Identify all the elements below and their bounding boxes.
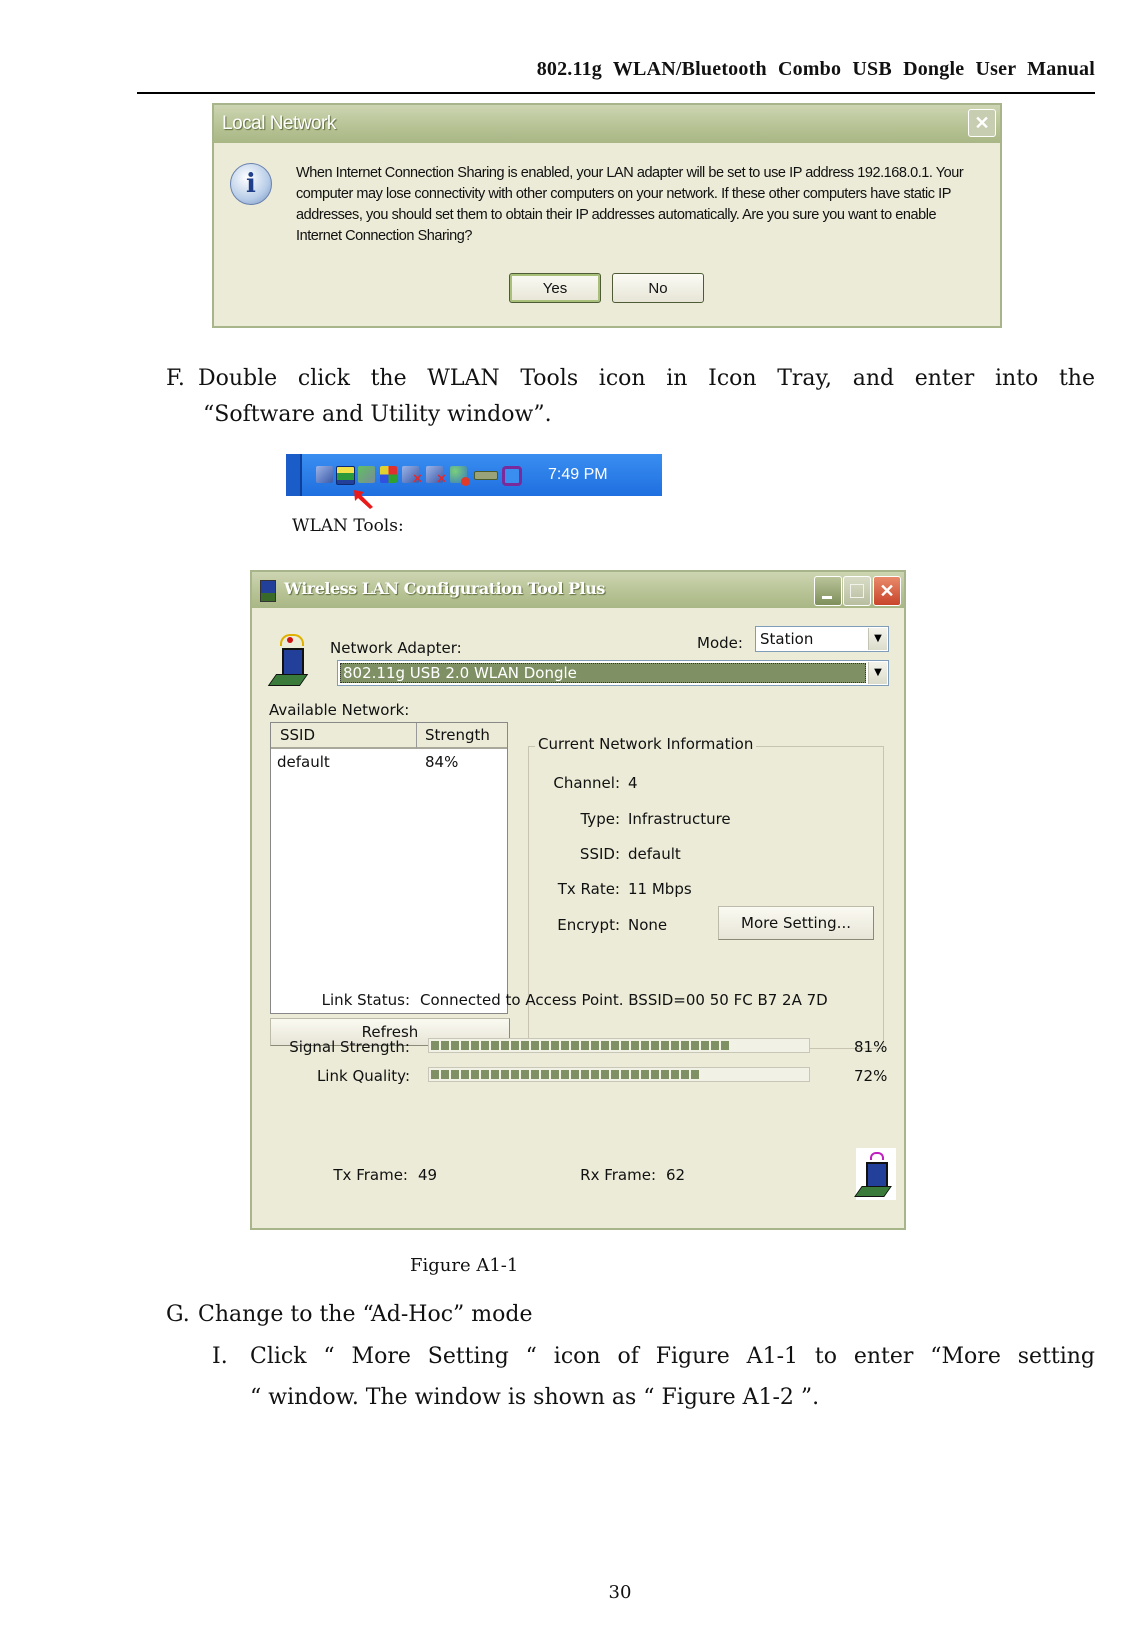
signal-strength-value: 81% xyxy=(854,1038,888,1056)
dialog-titlebar: Local Network ✕ xyxy=(214,105,1000,143)
network-disconnected-icon[interactable]: ✕ xyxy=(426,466,447,487)
network-strength: 84% xyxy=(425,753,459,771)
step-g1-line1: Click “ More Setting “ icon of Figure A1… xyxy=(250,1344,1095,1369)
step-g-text: Change to the “Ad-Hoc” mode xyxy=(198,1302,533,1327)
page-number: 30 xyxy=(608,1582,632,1603)
display-icon[interactable] xyxy=(380,466,397,483)
dialog-title: Local Network xyxy=(222,113,336,134)
link-quality-bar xyxy=(428,1067,810,1082)
channel-label: Channel: xyxy=(553,774,620,792)
mode-value: Station xyxy=(760,630,814,648)
step-g1-line2: “ window. The window is shown as “ Figur… xyxy=(250,1385,820,1410)
dialog-message: When Internet Connection Sharing is enab… xyxy=(296,163,986,247)
encrypt-label: Encrypt: xyxy=(557,916,620,934)
network-adapter-label: Network Adapter: xyxy=(330,639,462,657)
available-network-list[interactable]: SSID Strength default 84% xyxy=(270,722,508,1014)
link-quality-fill xyxy=(431,1070,701,1079)
bluetooth-icon[interactable] xyxy=(358,466,375,483)
maximize-button[interactable] xyxy=(843,576,871,606)
close-x-icon[interactable]: ✕ xyxy=(968,109,996,137)
document-header: 802.11g WLAN/Bluetooth Combo USB Dongle … xyxy=(536,58,1095,80)
yes-button[interactable]: Yes xyxy=(509,273,601,303)
txrate-label: Tx Rate: xyxy=(557,880,620,898)
message-line: When Internet Connection Sharing is enab… xyxy=(296,165,964,181)
link-quality-value: 72% xyxy=(854,1067,888,1085)
local-network-dialog: Local Network ✕ i When Internet Connecti… xyxy=(212,103,1002,328)
taskbar-separator xyxy=(286,454,302,496)
step-f-marker: F. xyxy=(166,366,185,391)
step-g1-marker: I. xyxy=(212,1344,228,1369)
step-f-line1: Double click the WLAN Tools icon in Icon… xyxy=(198,366,1095,391)
column-header-ssid[interactable]: SSID xyxy=(271,723,417,749)
current-network-info-label: Current Network Information xyxy=(535,735,757,753)
more-setting-button[interactable]: More Setting... xyxy=(718,906,874,940)
message-line: addresses, you should set them to obtain… xyxy=(296,207,937,223)
link-status-value: Connected to Access Point. BSSID=00 50 F… xyxy=(420,991,828,1009)
link-status-label: Link Status: xyxy=(321,991,410,1009)
figure-caption: Figure A1-1 xyxy=(410,1255,519,1276)
info-icon: i xyxy=(230,163,272,205)
column-header-strength[interactable]: Strength xyxy=(417,723,507,749)
signal-strength-label: Signal Strength: xyxy=(289,1038,410,1056)
usb-device-icon[interactable] xyxy=(474,471,498,480)
ssid-value: default xyxy=(628,845,681,863)
network-row[interactable]: default 84% xyxy=(271,751,507,775)
chevron-down-icon[interactable]: ▼ xyxy=(868,662,887,684)
network-disconnected-icon[interactable]: ✕ xyxy=(402,466,423,487)
adapter-icon xyxy=(267,634,312,690)
network-icon[interactable] xyxy=(316,466,333,483)
step-f-line2: “Software and Utility window”. xyxy=(203,402,552,427)
minimize-button[interactable] xyxy=(814,576,842,606)
wlan-config-window: Wireless LAN Configuration Tool Plus ✕ N… xyxy=(250,570,906,1230)
adapter-value: 802.11g USB 2.0 WLAN Dongle xyxy=(343,664,577,682)
wlan-titlebar: Wireless LAN Configuration Tool Plus ✕ xyxy=(252,572,904,608)
type-value: Infrastructure xyxy=(628,810,731,828)
type-label: Type: xyxy=(580,810,620,828)
link-quality-label: Link Quality: xyxy=(316,1067,410,1085)
encrypt-value: None xyxy=(628,916,668,934)
no-button[interactable]: No xyxy=(612,273,704,303)
ssid-label: SSID: xyxy=(579,845,620,863)
network-ssid: default xyxy=(277,753,330,771)
available-network-label: Available Network: xyxy=(269,701,410,719)
mode-select[interactable]: Station ▼ xyxy=(755,626,889,652)
adapter-select[interactable]: 802.11g USB 2.0 WLAN Dongle ▼ xyxy=(337,660,889,686)
header-rule xyxy=(137,92,1095,94)
step-g-marker: G. xyxy=(166,1302,190,1327)
red-arrow-icon xyxy=(354,490,373,509)
message-line: computer may lose connectivity with othe… xyxy=(296,186,951,202)
txrate-value: 11 Mbps xyxy=(628,880,692,898)
system-tray: ✕ ✕ 7:49 PM xyxy=(286,454,662,496)
wlan-tools-icon[interactable] xyxy=(336,466,355,485)
tray-clock: 7:49 PM xyxy=(548,466,608,483)
close-button[interactable]: ✕ xyxy=(873,576,901,606)
app-logo-icon xyxy=(260,580,276,602)
wlan-title: Wireless LAN Configuration Tool Plus xyxy=(284,579,605,598)
app-icon[interactable] xyxy=(502,466,522,486)
signal-strength-bar xyxy=(428,1038,810,1053)
chevron-down-icon[interactable]: ▼ xyxy=(868,628,887,650)
signal-strength-fill xyxy=(431,1041,731,1050)
mode-label: Mode: xyxy=(697,634,743,652)
channel-value: 4 xyxy=(628,774,638,792)
tray-caption: WLAN Tools: xyxy=(292,516,404,536)
messenger-icon[interactable] xyxy=(450,466,470,486)
message-line: Internet Connection Sharing? xyxy=(296,228,473,244)
